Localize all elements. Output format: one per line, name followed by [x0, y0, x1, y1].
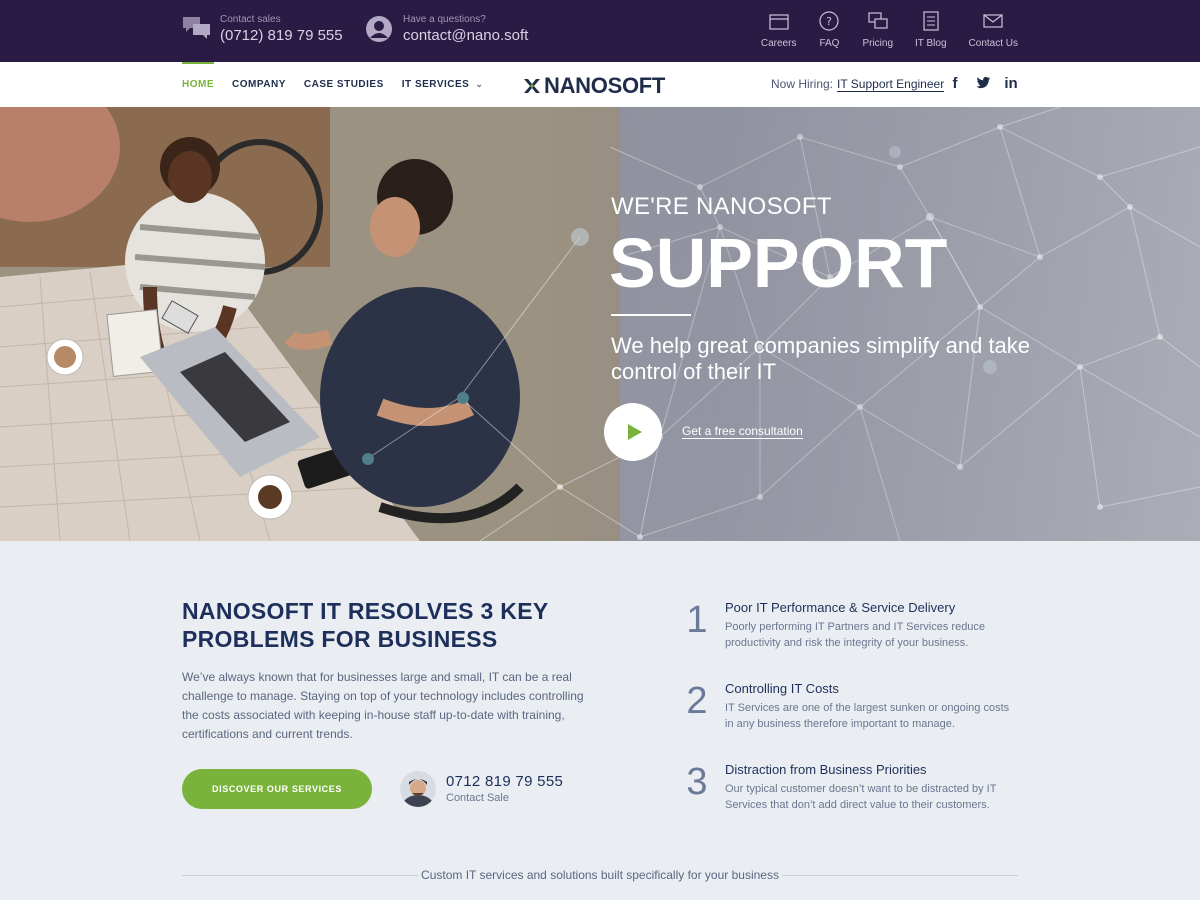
- nav-case-studies[interactable]: CASE STUDIES: [304, 62, 384, 107]
- top-nav-blog[interactable]: IT Blog: [915, 10, 947, 49]
- nav-links: HOME COMPANY CASE STUDIES IT SERVICES ⌄: [182, 62, 501, 107]
- hero-pretitle: WE'RE NANOSOFT: [611, 193, 832, 220]
- problem-number: 1: [686, 599, 708, 641]
- problems-section: NANOSOFT IT RESOLVES 3 KEY PROBLEMS FOR …: [0, 541, 1200, 900]
- discover-services-button[interactable]: DISCOVER OUR SERVICES: [182, 769, 372, 809]
- problem-number: 2: [686, 680, 708, 722]
- top-nav-label: FAQ: [819, 38, 840, 49]
- main-nav: HOME COMPANY CASE STUDIES IT SERVICES ⌄ N…: [0, 62, 1200, 107]
- contact-phone[interactable]: 0712 819 79 555: [446, 773, 563, 791]
- now-hiring: Now Hiring: IT Support Engineer: [771, 77, 945, 92]
- svg-text:?: ?: [827, 15, 833, 28]
- play-video-button[interactable]: [604, 403, 662, 461]
- top-bar: Contact sales (0712) 819 79 555 Have a q…: [0, 0, 1200, 62]
- section-body: We’ve always known that for businesses l…: [182, 670, 584, 741]
- envelope-icon: [983, 14, 1003, 28]
- problem-title: Distraction from Business Priorities: [725, 762, 927, 777]
- hero-overlay: [0, 107, 1200, 541]
- user-circle-icon: [366, 16, 392, 42]
- contact-sales-label: Contact sales: [220, 14, 281, 25]
- hiring-label: Now Hiring:: [771, 77, 834, 91]
- contact-sale[interactable]: 0712 819 79 555 Contact Sale: [400, 771, 563, 807]
- briefcase-icon: [769, 14, 789, 30]
- play-icon: [627, 424, 642, 440]
- hero-divider: [611, 314, 691, 316]
- top-nav-contact[interactable]: Contact Us: [969, 10, 1018, 49]
- section-title: NANOSOFT IT RESOLVES 3 KEY PROBLEMS FOR …: [182, 598, 549, 652]
- twitter-bird-shape: [976, 76, 991, 89]
- social-links: f in: [934, 75, 1018, 94]
- logo-x-icon: [524, 79, 540, 93]
- hero-subtitle: We help great companies simplify and tak…: [611, 333, 1031, 384]
- hiring-link[interactable]: IT Support Engineer: [837, 77, 945, 92]
- top-nav-label: Careers: [760, 38, 797, 49]
- help-contact[interactable]: Have a questions? contact@nano.soft: [365, 14, 528, 46]
- logo[interactable]: NANOSOFT: [522, 73, 665, 99]
- hero: WE'RE NANOSOFT SUPPORT We help great com…: [0, 107, 1200, 541]
- top-nav-careers[interactable]: Careers: [760, 10, 797, 49]
- top-nav-label: IT Blog: [915, 38, 947, 49]
- blog-icon: [923, 11, 939, 31]
- nav-it-services[interactable]: IT SERVICES ⌄: [402, 62, 484, 107]
- top-nav: Careers ? FAQ Pricing IT Blog Contact Us: [739, 10, 1018, 49]
- top-nav-label: Pricing: [862, 38, 894, 49]
- contact-label: Contact Sale: [446, 792, 509, 804]
- linkedin-icon[interactable]: in: [1004, 75, 1018, 94]
- top-nav-label: Contact Us: [968, 38, 1018, 49]
- contact-sales-phone[interactable]: (0712) 819 79 555: [220, 26, 343, 46]
- top-nav-pricing[interactable]: Pricing: [862, 10, 893, 49]
- twitter-icon[interactable]: [976, 75, 991, 94]
- top-nav-faq[interactable]: ? FAQ: [818, 10, 840, 49]
- divider-caption: Custom IT services and solutions built s…: [421, 868, 779, 882]
- help-label: Have a questions?: [403, 14, 486, 25]
- avatar: [400, 771, 436, 807]
- problem-desc: IT Services are one of the largest sunke…: [725, 702, 1010, 730]
- hero-title: SUPPORT: [609, 224, 948, 302]
- pricing-icon: [868, 12, 888, 29]
- logo-text: NANOSOFT: [544, 73, 666, 98]
- nav-it-services-label: IT SERVICES: [401, 79, 470, 90]
- nav-company[interactable]: COMPANY: [232, 62, 286, 107]
- problem-title: Controlling IT Costs: [725, 681, 839, 696]
- chevron-down-icon: ⌄: [475, 79, 484, 89]
- chat-bubbles-icon: [183, 17, 210, 39]
- problem-title: Poor IT Performance & Service Delivery: [725, 600, 956, 615]
- contact-sales[interactable]: Contact sales (0712) 819 79 555: [182, 14, 343, 46]
- problem-desc: Our typical customer doesn’t want to be …: [725, 783, 997, 811]
- problem-number: 3: [686, 761, 708, 803]
- facebook-icon[interactable]: f: [948, 75, 962, 94]
- free-consultation-link[interactable]: Get a free consultation: [682, 424, 803, 439]
- nav-home[interactable]: HOME: [182, 62, 214, 107]
- help-email[interactable]: contact@nano.soft: [403, 26, 528, 46]
- problem-desc: Poorly performing IT Partners and IT Ser…: [725, 621, 986, 649]
- question-icon: ?: [819, 11, 840, 31]
